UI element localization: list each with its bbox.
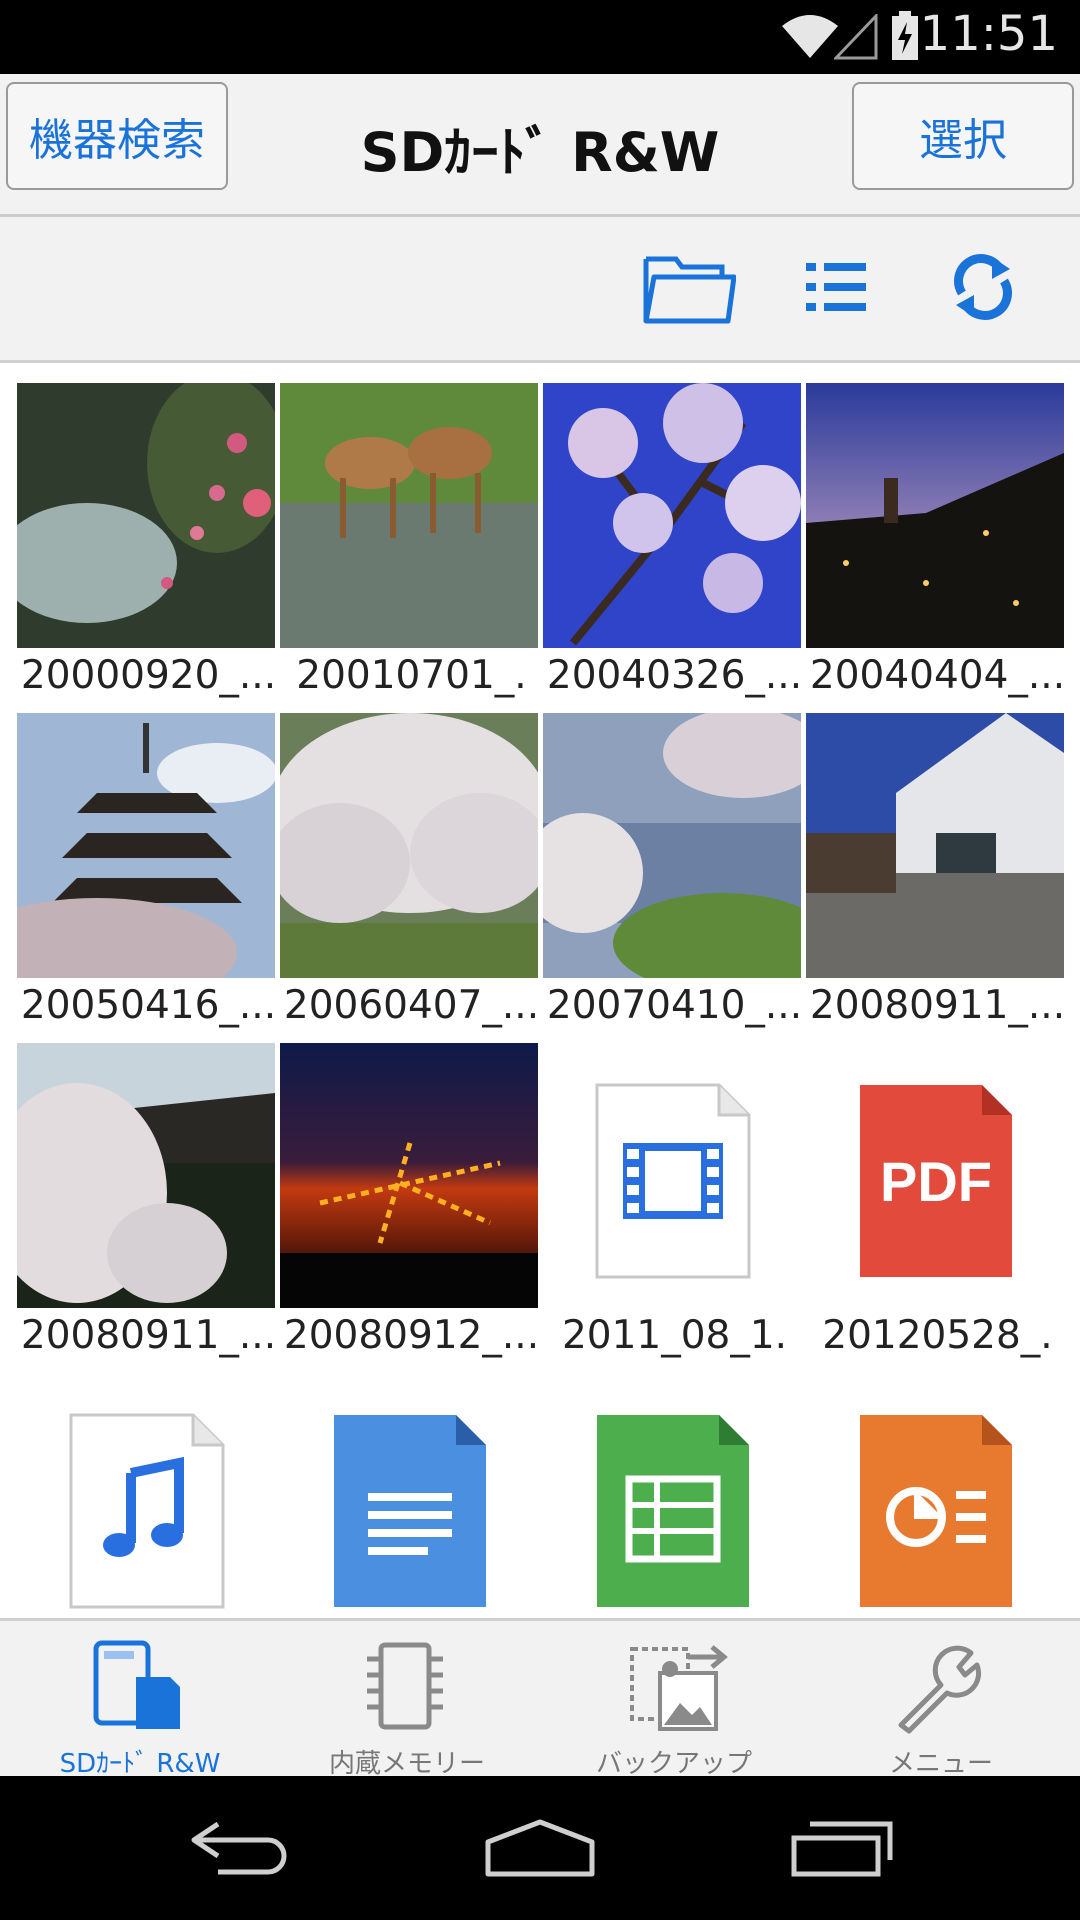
file-name: 20080911_... (20, 1313, 277, 1358)
select-button[interactable]: 選択 (852, 82, 1074, 190)
photo-thumbnail (17, 1043, 275, 1308)
presentation-file-icon (860, 1415, 1012, 1607)
file-name: 20070410_... (546, 983, 803, 1028)
file-item[interactable] (17, 1353, 280, 1618)
file-item[interactable]: 2011_08_1. (543, 1023, 806, 1358)
file-name: 20060407_... (283, 983, 540, 1028)
file-item[interactable]: 20050416_... (17, 693, 280, 1028)
nav-label: 内蔵メモリー (328, 1749, 485, 1779)
nav-label: メニュー (888, 1749, 993, 1779)
photo-thumbnail (17, 383, 275, 648)
sd-card-device-icon (93, 1640, 180, 1729)
system-navigation-bar (0, 1776, 1080, 1920)
photo-thumbnail (806, 713, 1064, 978)
file-item[interactable]: 20070410_... (543, 693, 806, 1028)
file-name: 20040326_... (546, 653, 803, 698)
video-file-icon (595, 1083, 751, 1279)
file-name: 20080911_... (809, 983, 1066, 1028)
svg-text:PDF: PDF (880, 1150, 992, 1213)
file-name: 20040404_... (809, 653, 1066, 698)
photo-thumbnail (806, 383, 1064, 648)
file-grid: 20000920_... 20010701_. 20040326_... 200… (0, 363, 1080, 1618)
clock: 11:51 (919, 6, 1058, 62)
file-name: 20000920_... (20, 653, 277, 698)
nav-item-backup[interactable]: バックアップ (539, 1621, 809, 1779)
photo-thumbnail (280, 713, 538, 978)
nav-item-sd-card[interactable]: SDｶｰﾄﾞ R&W (5, 1621, 275, 1779)
list-view-icon[interactable] (800, 247, 870, 327)
file-name: 20120528_. (822, 1313, 1053, 1358)
file-name: 20010701_. (296, 653, 527, 698)
file-name: 2011_08_1. (561, 1313, 788, 1358)
nav-item-internal-memory[interactable]: 内蔵メモリー (272, 1621, 542, 1779)
photo-thumbnail (17, 713, 275, 978)
file-item[interactable]: 20060407_... (280, 693, 543, 1028)
backup-icon (630, 1645, 728, 1731)
nav-label: SDｶｰﾄﾞ R&W (59, 1749, 221, 1779)
recents-icon[interactable] (790, 1818, 894, 1878)
file-item[interactable]: 20080911_... (806, 693, 1069, 1028)
pdf-file-icon: PDF (860, 1085, 1012, 1277)
page-title: SDｶｰﾄﾞ R&W (360, 121, 720, 184)
file-item[interactable]: 20080912_... (280, 1023, 543, 1358)
back-icon[interactable] (188, 1818, 288, 1878)
photo-thumbnail (280, 383, 538, 648)
file-item[interactable]: 20040326_... (543, 363, 806, 698)
refresh-icon[interactable] (948, 247, 1018, 327)
battery-charging-icon (892, 11, 918, 60)
file-item[interactable]: 20040404_... (806, 363, 1069, 698)
file-name: 20080912_... (283, 1313, 540, 1358)
audio-file-icon (69, 1413, 225, 1609)
file-item[interactable]: PDF 20120528_. (806, 1023, 1069, 1358)
wifi-icon (782, 15, 838, 58)
memory-chip-icon (367, 1642, 443, 1730)
status-bar: 11:51 (0, 0, 1080, 74)
file-name: 20050416_... (20, 983, 277, 1028)
file-item[interactable] (543, 1353, 806, 1618)
folder-icon[interactable] (640, 247, 736, 327)
spreadsheet-file-icon (597, 1415, 749, 1607)
device-search-button[interactable]: 機器検索 (6, 82, 228, 190)
nav-label: バックアップ (595, 1749, 752, 1779)
bottom-navigation: SDｶｰﾄﾞ R&W 内蔵メモリー バックアップ メニュー (0, 1618, 1080, 1779)
file-item[interactable]: 20080911_... (17, 1023, 280, 1358)
file-item[interactable]: 20010701_. (280, 363, 543, 698)
photo-thumbnail (280, 1043, 538, 1308)
signal-icon (834, 14, 878, 60)
nav-item-menu[interactable]: メニュー (806, 1621, 1076, 1779)
photo-thumbnail (543, 713, 801, 978)
document-file-icon (334, 1415, 486, 1607)
file-item[interactable] (280, 1353, 543, 1618)
photo-thumbnail (543, 383, 801, 648)
app-header: 機器検索 SDｶｰﾄﾞ R&W 選択 (0, 74, 1080, 217)
home-icon[interactable] (484, 1818, 596, 1878)
file-item[interactable]: 20000920_... (17, 363, 280, 698)
toolbar (0, 217, 1080, 363)
wrench-icon (898, 1645, 982, 1734)
file-item[interactable] (806, 1353, 1069, 1618)
